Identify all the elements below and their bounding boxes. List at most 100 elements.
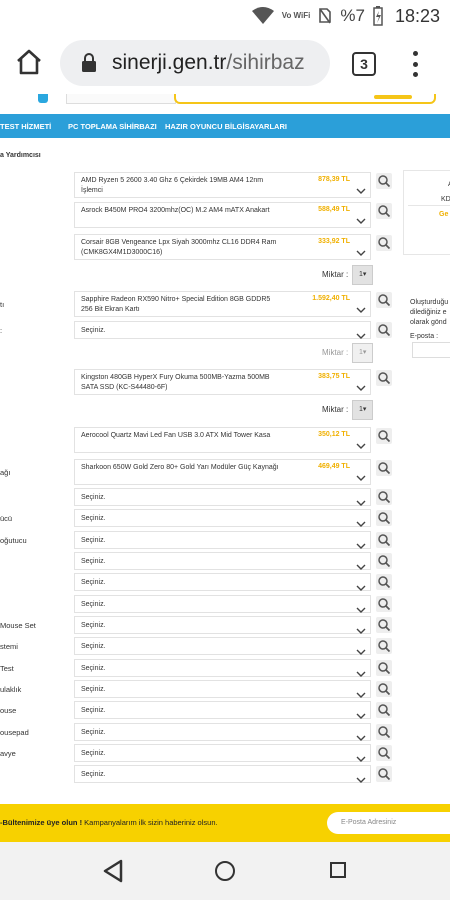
magnifier-search-icon[interactable] xyxy=(376,574,392,590)
component-select[interactable]: Seçiniz. xyxy=(74,723,371,741)
component-label: : xyxy=(0,326,3,335)
component-row: Mouse Set Seçiniz. xyxy=(0,616,400,634)
component-select[interactable]: Seçiniz. xyxy=(74,765,371,783)
component-selected-text: Seçiniz. xyxy=(81,327,106,334)
component-label: ousepad xyxy=(0,728,29,737)
quantity-value: 1 xyxy=(359,271,363,278)
magnifier-search-icon[interactable] xyxy=(376,638,392,654)
quantity-value: 1 xyxy=(359,349,363,356)
header-search-input[interactable] xyxy=(174,94,436,104)
main-nav: TEST HİZMETİ PC TOPLAMA SİHİRBAZI HAZIR … xyxy=(0,114,450,138)
web-page: TEST HİZMETİ PC TOPLAMA SİHİRBAZI HAZIR … xyxy=(0,94,450,842)
component-select[interactable]: Seçiniz. xyxy=(74,509,371,527)
nav-item-hazir-oyuncu[interactable]: HAZIR OYUNCU BİLGİSAYARLARI xyxy=(165,122,287,131)
component-select[interactable]: Seçiniz. xyxy=(74,573,371,591)
magnifier-search-icon[interactable] xyxy=(376,660,392,676)
component-selected-text: Corsair 8GB Vengeance Lpx Siyah 3000mhz … xyxy=(81,239,277,256)
magnifier-search-icon[interactable] xyxy=(376,292,392,308)
magnifier-search-icon[interactable] xyxy=(376,203,392,219)
component-select[interactable]: Seçiniz. xyxy=(74,321,371,339)
status-bar: Vo WiFi %7 18:23 xyxy=(0,0,450,32)
component-price: 383,75 TL xyxy=(318,373,350,380)
email-label: E-posta : xyxy=(410,333,439,340)
component-selected-text: Seçiniz. xyxy=(81,665,106,672)
component-select[interactable]: Aerocool Quartz Mavi Led Fan USB 3.0 ATX… xyxy=(74,427,371,453)
component-selected-text: Seçiniz. xyxy=(81,579,106,586)
newsletter-email-input[interactable]: E-Posta Adresiniz xyxy=(327,812,450,834)
chevron-down-icon xyxy=(356,729,366,741)
component-select[interactable]: Sharkoon 650W Gold Zero 80+ Gold Yarı Mo… xyxy=(74,459,371,485)
magnifier-search-icon[interactable] xyxy=(376,370,392,386)
nav-item-test[interactable]: TEST HİZMETİ xyxy=(0,122,51,131)
component-row: Seçiniz. xyxy=(0,595,400,613)
magnifier-search-icon[interactable] xyxy=(376,617,392,633)
quantity-select[interactable]: 1▾ xyxy=(352,343,374,363)
component-label: tı xyxy=(0,300,5,309)
component-selected-text: Seçiniz. xyxy=(81,771,106,778)
component-label: avye xyxy=(0,749,16,758)
magnifier-search-icon[interactable] xyxy=(376,596,392,612)
nav-item-pc-toplama[interactable]: PC TOPLAMA SİHİRBAZI xyxy=(68,122,157,131)
component-selected-text: Seçiniz. xyxy=(81,558,106,565)
component-price: 1.592,40 TL xyxy=(312,295,350,302)
recents-icon[interactable] xyxy=(330,862,346,878)
component-row: ouse Seçiniz. xyxy=(0,701,400,719)
magnifier-search-icon[interactable] xyxy=(376,428,392,444)
component-price: 878,39 TL xyxy=(318,176,350,183)
magnifier-search-icon[interactable] xyxy=(376,553,392,569)
component-selected-text: AMD Ryzen 5 2600 3.40 Ghz 6 Çekirdek 19M… xyxy=(81,177,264,194)
quantity-select[interactable]: 1▾ xyxy=(352,400,374,420)
clock: 18:23 xyxy=(394,5,440,26)
component-select[interactable]: Seçiniz. xyxy=(74,552,371,570)
component-label: ağı xyxy=(0,468,11,477)
magnifier-search-icon[interactable] xyxy=(376,724,392,740)
volte-badge: Vo WiFi xyxy=(281,11,311,20)
magnifier-search-icon[interactable] xyxy=(376,489,392,505)
magnifier-search-icon[interactable] xyxy=(376,235,392,251)
component-select[interactable]: Asrock B450M PRO4 3200mhz(OC) M.2 AM4 mA… xyxy=(74,202,371,228)
chevron-down-icon xyxy=(356,494,366,506)
component-selected-text: Sharkoon 650W Gold Zero 80+ Gold Yarı Mo… xyxy=(81,464,279,471)
chevron-down-icon xyxy=(356,244,366,256)
magnifier-search-icon[interactable] xyxy=(376,702,392,718)
component-select[interactable]: Kingston 480GB HyperX Fury Okuma 500MB-Y… xyxy=(74,369,371,395)
component-select[interactable]: Corsair 8GB Vengeance Lpx Siyah 3000mhz … xyxy=(74,234,371,260)
component-select[interactable]: Seçiniz. xyxy=(74,659,371,677)
component-select[interactable]: AMD Ryzen 5 2600 3.40 Ghz 6 Çekirdek 19M… xyxy=(74,172,371,198)
component-select[interactable]: Seçiniz. xyxy=(74,744,371,762)
magnifier-search-icon[interactable] xyxy=(376,766,392,782)
overflow-menu-button[interactable] xyxy=(405,48,425,80)
component-select[interactable]: Sapphire Radeon RX590 Nitro+ Special Edi… xyxy=(74,291,371,317)
magnifier-search-icon[interactable] xyxy=(376,681,392,697)
magnifier-search-icon[interactable] xyxy=(376,510,392,526)
share-email-input[interactable] xyxy=(412,342,450,358)
logo-fragment xyxy=(38,94,48,103)
component-select[interactable]: Seçiniz. xyxy=(74,531,371,549)
chevron-down-icon xyxy=(356,771,366,783)
tab-switcher-button[interactable]: 3 xyxy=(352,52,376,76)
component-row: Corsair 8GB Vengeance Lpx Siyah 3000mhz … xyxy=(0,234,400,260)
quantity-value: 1 xyxy=(359,406,363,413)
magnifier-search-icon[interactable] xyxy=(376,322,392,338)
component-select[interactable]: Seçiniz. xyxy=(74,680,371,698)
magnifier-search-icon[interactable] xyxy=(376,173,392,189)
component-selected-text: Asrock B450M PRO4 3200mhz(OC) M.2 AM4 mA… xyxy=(81,207,270,214)
component-select[interactable]: Seçiniz. xyxy=(74,595,371,613)
home-button[interactable] xyxy=(14,47,44,77)
component-select[interactable]: Seçiniz. xyxy=(74,637,371,655)
component-select[interactable]: Seçiniz. xyxy=(74,488,371,506)
magnifier-search-icon[interactable] xyxy=(376,460,392,476)
quantity-label: Miktar : xyxy=(322,405,349,415)
header-search-left[interactable] xyxy=(66,94,176,104)
component-select[interactable]: Seçiniz. xyxy=(74,701,371,719)
magnifier-search-icon[interactable] xyxy=(376,532,392,548)
home-nav-icon[interactable] xyxy=(215,861,235,881)
magnifier-search-icon[interactable] xyxy=(376,745,392,761)
address-bar[interactable]: sinerji.gen.tr/sihirbaz xyxy=(60,40,330,86)
chevron-down-icon xyxy=(356,301,366,313)
component-label: ücü xyxy=(0,514,13,523)
quantity-select[interactable]: 1▾ xyxy=(352,265,374,285)
component-select[interactable]: Seçiniz. xyxy=(74,616,371,634)
share-info: Oluşturduğu dilediğiniz e olarak gönd E-… xyxy=(410,298,450,342)
back-icon[interactable] xyxy=(102,859,124,883)
